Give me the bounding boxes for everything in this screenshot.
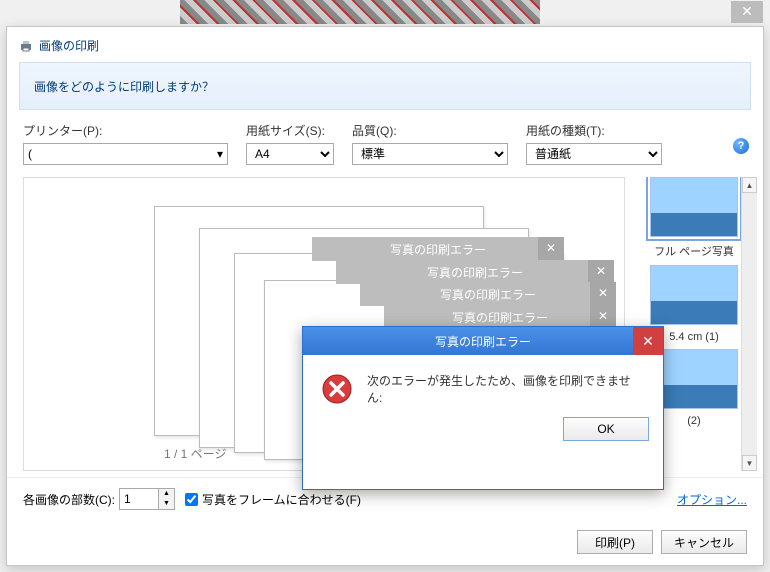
chevron-down-icon: ▾ — [217, 147, 223, 161]
print-controls: プリンター(P): ( ▾ 用紙サイズ(S): A4 品質(Q): 標準 用紙の… — [7, 110, 763, 171]
printer-icon — [19, 39, 33, 53]
print-button[interactable]: 印刷(P) — [577, 530, 653, 554]
scroll-down-icon[interactable]: ▼ — [742, 455, 757, 471]
options-link[interactable]: オプション... — [677, 491, 747, 508]
close-icon[interactable]: ✕ — [731, 1, 763, 23]
paper-type-select[interactable]: 普通紙 — [526, 143, 662, 165]
fit-frame-label: 写真をフレームに合わせる(F) — [202, 491, 361, 508]
layout-thumb-1[interactable] — [650, 265, 738, 325]
error-dialog-title: 写真の印刷エラー — [435, 333, 531, 350]
ok-button[interactable]: OK — [563, 417, 649, 441]
printer-label: プリンター(P): — [23, 122, 228, 139]
printer-select[interactable]: ( ▾ — [23, 143, 228, 165]
fit-frame-checkbox[interactable] — [185, 493, 198, 506]
background-image-strip — [180, 0, 540, 24]
close-icon[interactable]: ✕ — [588, 260, 614, 284]
layout-label-full: フル ページ写真 — [654, 243, 734, 259]
close-icon[interactable]: ✕ — [633, 327, 663, 355]
copies-stepper[interactable]: ▲▼ — [119, 488, 175, 510]
close-icon[interactable]: ✕ — [590, 282, 616, 306]
dialog-title-row: 画像の印刷 — [7, 27, 763, 62]
scroll-up-icon[interactable]: ▲ — [742, 177, 757, 193]
copies-input[interactable] — [120, 489, 158, 509]
layout-label-1: 5.4 cm (1) — [669, 331, 719, 343]
dialog-actions: 印刷(P) キャンセル — [7, 520, 763, 568]
close-icon[interactable]: ✕ — [538, 237, 564, 261]
error-titlebar-inactive: 写真の印刷エラー✕ — [360, 282, 616, 306]
spin-up-icon[interactable]: ▲ — [159, 489, 174, 499]
layout-scrollbar[interactable]: ▲ ▼ — [741, 177, 757, 471]
paper-size-label: 用紙サイズ(S): — [246, 122, 334, 139]
error-titlebar-inactive: 写真の印刷エラー✕ — [336, 260, 614, 284]
spin-down-icon[interactable]: ▼ — [159, 499, 174, 509]
paper-type-label: 用紙の種類(T): — [526, 122, 662, 139]
instruction-banner: 画像をどのように印刷しますか？ — [19, 62, 751, 110]
quality-label: 品質(Q): — [352, 122, 508, 139]
error-icon — [321, 373, 353, 405]
error-dialog-titlebar: 写真の印刷エラー ✕ — [303, 327, 663, 355]
copies-label: 各画像の部数(C): — [23, 491, 115, 508]
printer-value: ( — [28, 147, 32, 161]
error-dialog: 写真の印刷エラー ✕ 次のエラーが発生したため、画像を印刷できません: OK — [302, 326, 664, 490]
cancel-button[interactable]: キャンセル — [661, 530, 747, 554]
layout-label-2: (2) — [687, 415, 700, 427]
quality-select[interactable]: 標準 — [352, 143, 508, 165]
instruction-text: 画像をどのように印刷しますか？ — [34, 78, 214, 95]
layout-thumb-full[interactable] — [650, 177, 738, 237]
error-message: 次のエラーが発生したため、画像を印刷できません: — [367, 373, 645, 407]
help-icon[interactable]: ? — [733, 138, 749, 154]
dialog-title: 画像の印刷 — [39, 37, 99, 54]
paper-size-select[interactable]: A4 — [246, 143, 334, 165]
page-indicator: 1 / 1 ページ — [164, 445, 226, 462]
error-titlebar-inactive: 写真の印刷エラー✕ — [312, 237, 564, 261]
